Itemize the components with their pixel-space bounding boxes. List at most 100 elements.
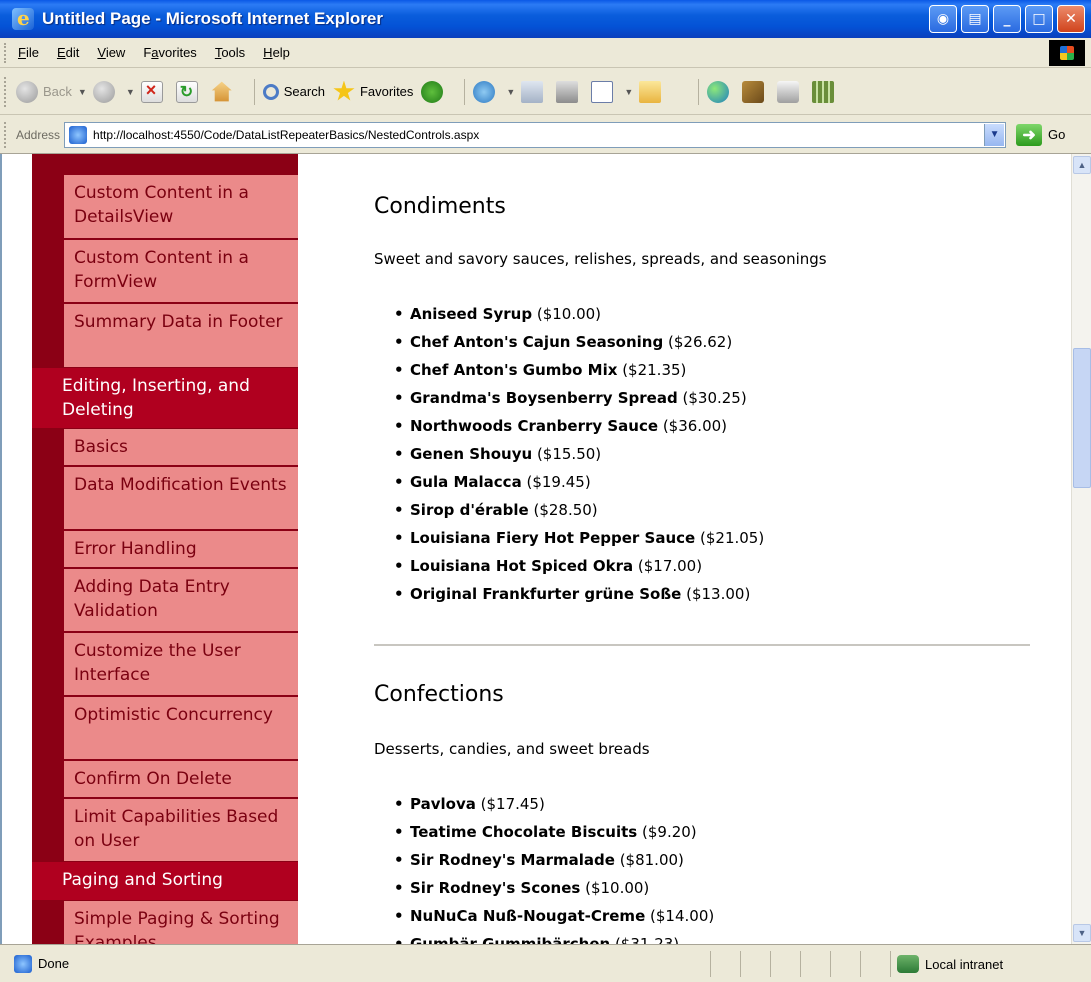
mail-icon: [521, 80, 544, 103]
view-icon[interactable]: ▤: [961, 5, 989, 33]
favorites-star-icon: [333, 80, 355, 101]
category-description: Desserts, candies, and sweet breads: [374, 740, 650, 758]
windows-logo-icon: [1049, 40, 1085, 66]
back-dropdown-icon[interactable]: ▼: [78, 87, 87, 97]
back-button[interactable]: Back: [16, 80, 72, 103]
status-text: Done: [38, 956, 70, 971]
scroll-up-icon[interactable]: ▲: [1073, 156, 1091, 174]
menu-view[interactable]: View: [97, 45, 125, 60]
research-button[interactable]: [777, 80, 804, 103]
category-title: Condiments: [374, 194, 506, 219]
grid-icon: [812, 80, 835, 103]
home-icon: [211, 81, 232, 102]
media-button[interactable]: [421, 80, 448, 103]
category-divider: [374, 644, 1030, 646]
mail-button[interactable]: [521, 80, 548, 103]
forward-button[interactable]: [92, 80, 120, 103]
nav-item-error-handling[interactable]: Error Handling: [64, 530, 298, 568]
list-item: Chef Anton's Cajun Seasoning ($26.62): [394, 328, 764, 356]
nav-item-custom-content-detailsview[interactable]: Custom Content in a DetailsView: [64, 174, 298, 239]
address-url[interactable]: http://localhost:4550/Code/DataListRepea…: [93, 128, 479, 142]
print-icon: [556, 80, 579, 103]
menu-help[interactable]: Help: [263, 45, 290, 60]
nav-item-simple-paging[interactable]: Simple Paging & Sorting Examples: [64, 900, 298, 944]
menu-tools[interactable]: Tools: [215, 45, 245, 60]
edit-icon: [591, 80, 614, 103]
list-item: Sirop d'érable ($28.50): [394, 496, 764, 524]
print-button[interactable]: [556, 80, 583, 103]
toolbar-separator: [464, 78, 466, 105]
intranet-zone-icon: [897, 955, 919, 973]
nav-item-optimistic-concurrency[interactable]: Optimistic Concurrency: [64, 696, 298, 760]
category-title: Confections: [374, 682, 504, 707]
list-item: Gula Malacca ($19.45): [394, 468, 764, 496]
address-input[interactable]: http://localhost:4550/Code/DataListRepea…: [64, 121, 1007, 148]
status-panel: [860, 951, 861, 977]
list-item: Genen Shouyu ($15.50): [394, 440, 764, 468]
favorites-button[interactable]: Favorites: [333, 80, 413, 103]
menu-edit[interactable]: Edit: [57, 45, 79, 60]
refresh-icon: [175, 80, 198, 103]
nav-item-limit-capabilities[interactable]: Limit Capabilities Based on User: [64, 798, 298, 862]
status-panel: [830, 951, 831, 977]
status-panel: [710, 951, 711, 977]
list-item: Chef Anton's Gumbo Mix ($21.35): [394, 356, 764, 384]
list-item: NuNuCa Nuß-Nougat-Creme ($14.00): [394, 902, 714, 930]
edit-dropdown-icon[interactable]: ▼: [624, 87, 633, 97]
toolbar-grip[interactable]: [4, 76, 8, 107]
standard-toolbar: Back ▼ ▼ Search Favorites ▼ ▼: [0, 69, 1091, 115]
nav-item-summary-data-footer[interactable]: Summary Data in Footer: [64, 303, 298, 368]
close-button[interactable]: ✕: [1057, 5, 1085, 33]
history-icon: [473, 80, 496, 103]
nav-item-basics[interactable]: Basics: [64, 428, 298, 466]
home-button[interactable]: [211, 81, 238, 103]
product-list: Aniseed Syrup ($10.00) Chef Anton's Caju…: [374, 300, 764, 608]
vertical-scrollbar[interactable]: ▲ ▼: [1071, 154, 1091, 944]
maximize-button[interactable]: □: [1025, 5, 1053, 33]
edit-button[interactable]: [591, 80, 618, 103]
minimize-button[interactable]: _: [993, 5, 1021, 33]
product-list: Pavlova ($17.45) Teatime Chocolate Biscu…: [374, 790, 714, 944]
history-dropdown-icon[interactable]: ▼: [506, 87, 515, 97]
forward-dropdown-icon[interactable]: ▼: [126, 87, 135, 97]
nav-section-editing[interactable]: Editing, Inserting, and Deleting: [32, 368, 298, 428]
list-item: Northwoods Cranberry Sauce ($36.00): [394, 412, 764, 440]
connect-icon[interactable]: ◉: [929, 5, 957, 33]
messenger-button[interactable]: [707, 80, 734, 103]
tools-button[interactable]: [742, 80, 769, 103]
scrollbar-thumb[interactable]: [1073, 348, 1091, 488]
forward-icon: [92, 80, 115, 103]
nav-item-data-modification-events[interactable]: Data Modification Events: [64, 466, 298, 530]
history-button[interactable]: [473, 80, 500, 103]
page-status-icon: [14, 954, 32, 973]
toolbar-grip[interactable]: [4, 121, 8, 148]
category-description: Sweet and savory sauces, relishes, sprea…: [374, 250, 827, 268]
page-icon: [69, 125, 88, 144]
folder-button[interactable]: [639, 80, 666, 103]
search-button[interactable]: Search: [262, 83, 325, 100]
nav-item-custom-content-formview[interactable]: Custom Content in a FormView: [64, 239, 298, 303]
research-icon: [777, 80, 800, 103]
address-label: Address: [16, 127, 61, 142]
menu-file[interactable]: File: [18, 45, 39, 60]
address-dropdown-icon[interactable]: ▼: [984, 123, 1005, 146]
toolbar-separator: [698, 78, 700, 105]
go-button[interactable]: ➜ Go: [1016, 123, 1065, 146]
nav-section-paging[interactable]: Paging and Sorting: [32, 862, 298, 900]
list-item: Pavlova ($17.45): [394, 790, 714, 818]
security-zone[interactable]: Local intranet: [890, 951, 1003, 977]
grid-button[interactable]: [812, 80, 839, 103]
list-item: Sir Rodney's Scones ($10.00): [394, 874, 714, 902]
ie-app-icon[interactable]: [12, 6, 34, 30]
toolbar-grip[interactable]: [4, 42, 8, 63]
scroll-down-icon[interactable]: ▼: [1073, 924, 1091, 942]
globe-icon: [707, 80, 730, 103]
status-panel: [770, 951, 771, 977]
stop-button[interactable]: [140, 80, 168, 103]
nav-item-confirm-on-delete[interactable]: Confirm On Delete: [64, 760, 298, 798]
refresh-button[interactable]: [175, 80, 203, 103]
menu-bar: File Edit View Favorites Tools Help: [0, 38, 1091, 68]
nav-item-data-entry-validation[interactable]: Adding Data Entry Validation: [64, 568, 298, 632]
nav-item-customize-ui[interactable]: Customize the User Interface: [64, 632, 298, 696]
menu-favorites[interactable]: Favorites: [143, 45, 196, 60]
